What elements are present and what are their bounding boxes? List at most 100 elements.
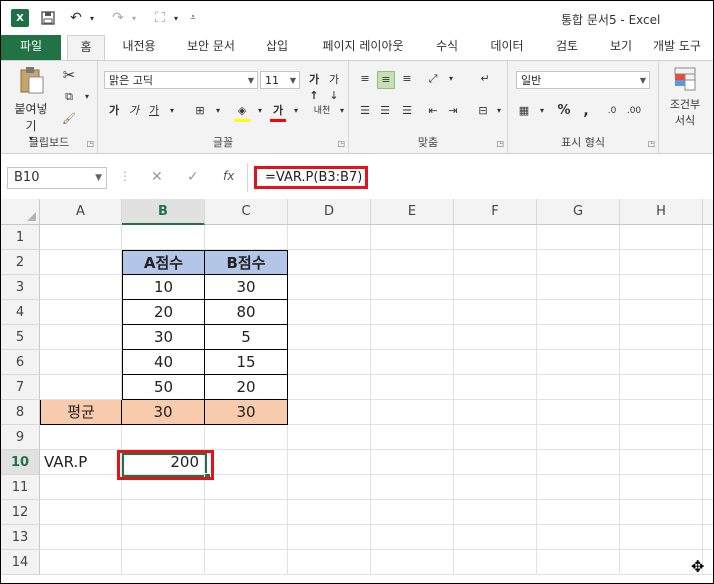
phonetic-dropdown-icon[interactable]: ▾: [334, 103, 350, 119]
row-header-9[interactable]: 9: [1, 425, 40, 450]
row-header-8[interactable]: 8: [1, 400, 40, 425]
row-header-3[interactable]: 3: [1, 275, 40, 300]
decrease-indent-icon[interactable]: ⇤: [425, 103, 441, 119]
column-header-a[interactable]: A: [40, 199, 122, 225]
grid-cell[interactable]: [537, 325, 620, 350]
column-header-h[interactable]: H: [620, 199, 703, 225]
qat-dropdown-icon[interactable]: ▾: [171, 9, 181, 27]
grid-cell[interactable]: [288, 550, 371, 575]
table-cell-c6[interactable]: 15: [205, 350, 288, 375]
tab-insert[interactable]: 삽입: [257, 35, 297, 60]
underline-button[interactable]: 가: [146, 103, 162, 119]
grid-cell[interactable]: [205, 450, 288, 475]
grid-cell[interactable]: [537, 475, 620, 500]
grid-cell[interactable]: [40, 425, 122, 450]
grid-cell[interactable]: [537, 350, 620, 375]
grid-cell[interactable]: [371, 525, 454, 550]
grid-cell[interactable]: [40, 275, 122, 300]
grid-cell[interactable]: [205, 475, 288, 500]
grid-cell[interactable]: [205, 525, 288, 550]
grid-cell[interactable]: [620, 225, 703, 250]
grid-cell[interactable]: [40, 250, 122, 275]
grid-cell[interactable]: [371, 325, 454, 350]
conditional-format-button[interactable]: 조건부 서식: [665, 67, 705, 128]
grid-cell[interactable]: [122, 225, 205, 250]
tab-personal[interactable]: 내전용: [111, 35, 167, 60]
grid-cell[interactable]: [620, 500, 703, 525]
grid-cell[interactable]: [371, 275, 454, 300]
quick-access-icon[interactable]: ⛶: [149, 9, 171, 27]
font-color-dropdown-icon[interactable]: ▾: [288, 103, 304, 119]
tab-page-layout[interactable]: 페이지 레이아웃: [311, 35, 415, 60]
grid-cell[interactable]: [371, 425, 454, 450]
bold-button[interactable]: 가: [106, 103, 122, 119]
grid-cell[interactable]: [371, 250, 454, 275]
grid-cell[interactable]: [620, 375, 703, 400]
merge-center-icon[interactable]: ⊟: [475, 103, 491, 119]
alignment-launcher-icon[interactable]: ◳: [496, 139, 504, 148]
grid-cell[interactable]: [620, 400, 703, 425]
grid-cell[interactable]: [40, 375, 122, 400]
grid-cell[interactable]: [40, 475, 122, 500]
grid-cell[interactable]: [537, 275, 620, 300]
grid-cell[interactable]: [371, 225, 454, 250]
grid-cell[interactable]: [454, 525, 537, 550]
border-icon[interactable]: ⊞: [192, 103, 208, 119]
align-left-icon[interactable]: ☰: [357, 103, 373, 119]
row-header-10[interactable]: 10: [1, 450, 40, 475]
column-header-b[interactable]: B: [122, 199, 205, 225]
row-header-4[interactable]: 4: [1, 300, 40, 325]
grid-cell[interactable]: [122, 500, 205, 525]
grid-cell[interactable]: [703, 525, 713, 550]
row-header-1[interactable]: 1: [1, 225, 40, 250]
tab-developer[interactable]: 개발 도구: [653, 35, 713, 60]
grid-cell[interactable]: [620, 275, 703, 300]
grid-cell[interactable]: [288, 325, 371, 350]
grid-cell[interactable]: [537, 525, 620, 550]
save-icon[interactable]: [39, 9, 57, 27]
grid-cell[interactable]: [40, 500, 122, 525]
fill-dropdown-icon[interactable]: ▾: [252, 103, 268, 119]
grid-cell[interactable]: [703, 350, 713, 375]
orientation-icon[interactable]: ⤢: [425, 71, 441, 87]
italic-button[interactable]: 가: [126, 103, 142, 119]
grid-cell[interactable]: [454, 225, 537, 250]
grid-cell[interactable]: [40, 550, 122, 575]
clipboard-launcher-icon[interactable]: ◳: [86, 139, 94, 148]
copy-icon[interactable]: ⧉: [61, 89, 77, 105]
percent-button[interactable]: %: [556, 103, 572, 119]
orientation-dropdown-icon[interactable]: ▾: [443, 71, 459, 87]
tab-data[interactable]: 데이터: [481, 35, 533, 60]
grid-cell[interactable]: [620, 250, 703, 275]
table-header-a-score[interactable]: A점수: [122, 250, 205, 275]
grid-cell[interactable]: [40, 325, 122, 350]
grid-cell[interactable]: [288, 225, 371, 250]
tab-formulas[interactable]: 수식: [427, 35, 467, 60]
redo-icon[interactable]: ↷: [109, 9, 127, 27]
grid-cell[interactable]: [288, 475, 371, 500]
fill-color-icon[interactable]: ◈: [234, 103, 250, 119]
align-right-icon[interactable]: ☰: [399, 103, 415, 119]
table-cell-b7[interactable]: 50: [122, 375, 205, 400]
select-all-button[interactable]: [1, 199, 40, 225]
grid-cell[interactable]: [703, 425, 713, 450]
row-header-5[interactable]: 5: [1, 325, 40, 350]
grid-cell[interactable]: [620, 325, 703, 350]
grid-cell[interactable]: [703, 375, 713, 400]
grid-cell[interactable]: [40, 350, 122, 375]
font-launcher-icon[interactable]: ◳: [337, 139, 345, 148]
grid-cell[interactable]: [122, 425, 205, 450]
table-header-b-score[interactable]: B점수: [205, 250, 288, 275]
grid-cell[interactable]: [454, 250, 537, 275]
currency-icon[interactable]: ▦: [516, 103, 532, 119]
decrease-decimal-icon[interactable]: .00: [626, 103, 642, 119]
grid-cell[interactable]: [371, 475, 454, 500]
grid-cell[interactable]: [454, 500, 537, 525]
align-middle-icon[interactable]: ≡: [377, 71, 395, 89]
font-name-select[interactable]: 맑은 고딕 ▼: [104, 71, 258, 89]
grid-cell[interactable]: [454, 275, 537, 300]
grid-cell[interactable]: [454, 550, 537, 575]
increase-font-icon[interactable]: 가↑: [306, 72, 322, 102]
table-cell-b6[interactable]: 40: [122, 350, 205, 375]
grid-cell[interactable]: [371, 350, 454, 375]
